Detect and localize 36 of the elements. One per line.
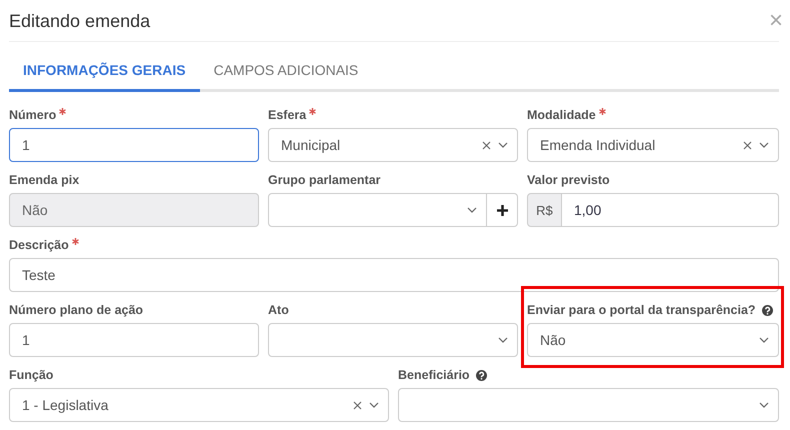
field-label: Esfera <box>268 107 306 123</box>
select-field[interactable] <box>268 193 487 227</box>
plus-icon <box>496 204 508 216</box>
select-field[interactable] <box>268 323 518 357</box>
field-label: Função <box>9 367 54 383</box>
input-field[interactable]: Teste <box>9 258 779 292</box>
select-field[interactable] <box>398 388 779 422</box>
currency-prefix: R$ <box>527 193 562 227</box>
select-field[interactable]: Não <box>527 323 779 357</box>
field-label: Número plano de ação <box>9 302 144 318</box>
tab[interactable]: INFORMAÇÕES GERAIS <box>9 58 200 92</box>
chevron-down-icon <box>498 142 508 148</box>
chevron-down-icon <box>498 337 508 343</box>
tab[interactable]: CAMPOS ADICIONAIS <box>200 58 372 92</box>
add-button[interactable] <box>487 193 518 227</box>
field-label: Valor previsto <box>527 172 610 188</box>
select-field[interactable]: Emenda Individual <box>527 128 779 162</box>
field-label: Emenda pix <box>9 172 80 188</box>
select-field[interactable]: Municipal <box>268 128 518 162</box>
input-field[interactable]: 1,00 <box>562 193 779 227</box>
select-field[interactable]: 1 - Legislativa <box>9 388 389 422</box>
field-label: Número <box>9 107 56 123</box>
chevron-down-icon <box>369 402 379 408</box>
field-label: Descrição <box>9 237 69 253</box>
field-label: Beneficiário <box>398 367 470 383</box>
field-label: Ato <box>268 302 289 318</box>
chevron-down-icon <box>759 402 769 408</box>
chevron-down-icon <box>759 142 769 148</box>
window-title: Editando emenda <box>9 10 150 32</box>
field-label: Enviar para o portal da transparência? <box>527 302 756 318</box>
chevron-down-icon <box>759 337 769 343</box>
field-label: Modalidade <box>527 107 596 123</box>
chevron-down-icon <box>467 207 477 213</box>
input-field[interactable]: 1 <box>9 323 259 357</box>
input-field[interactable]: 1 <box>9 128 259 162</box>
field-label: Grupo parlamentar <box>268 172 381 188</box>
